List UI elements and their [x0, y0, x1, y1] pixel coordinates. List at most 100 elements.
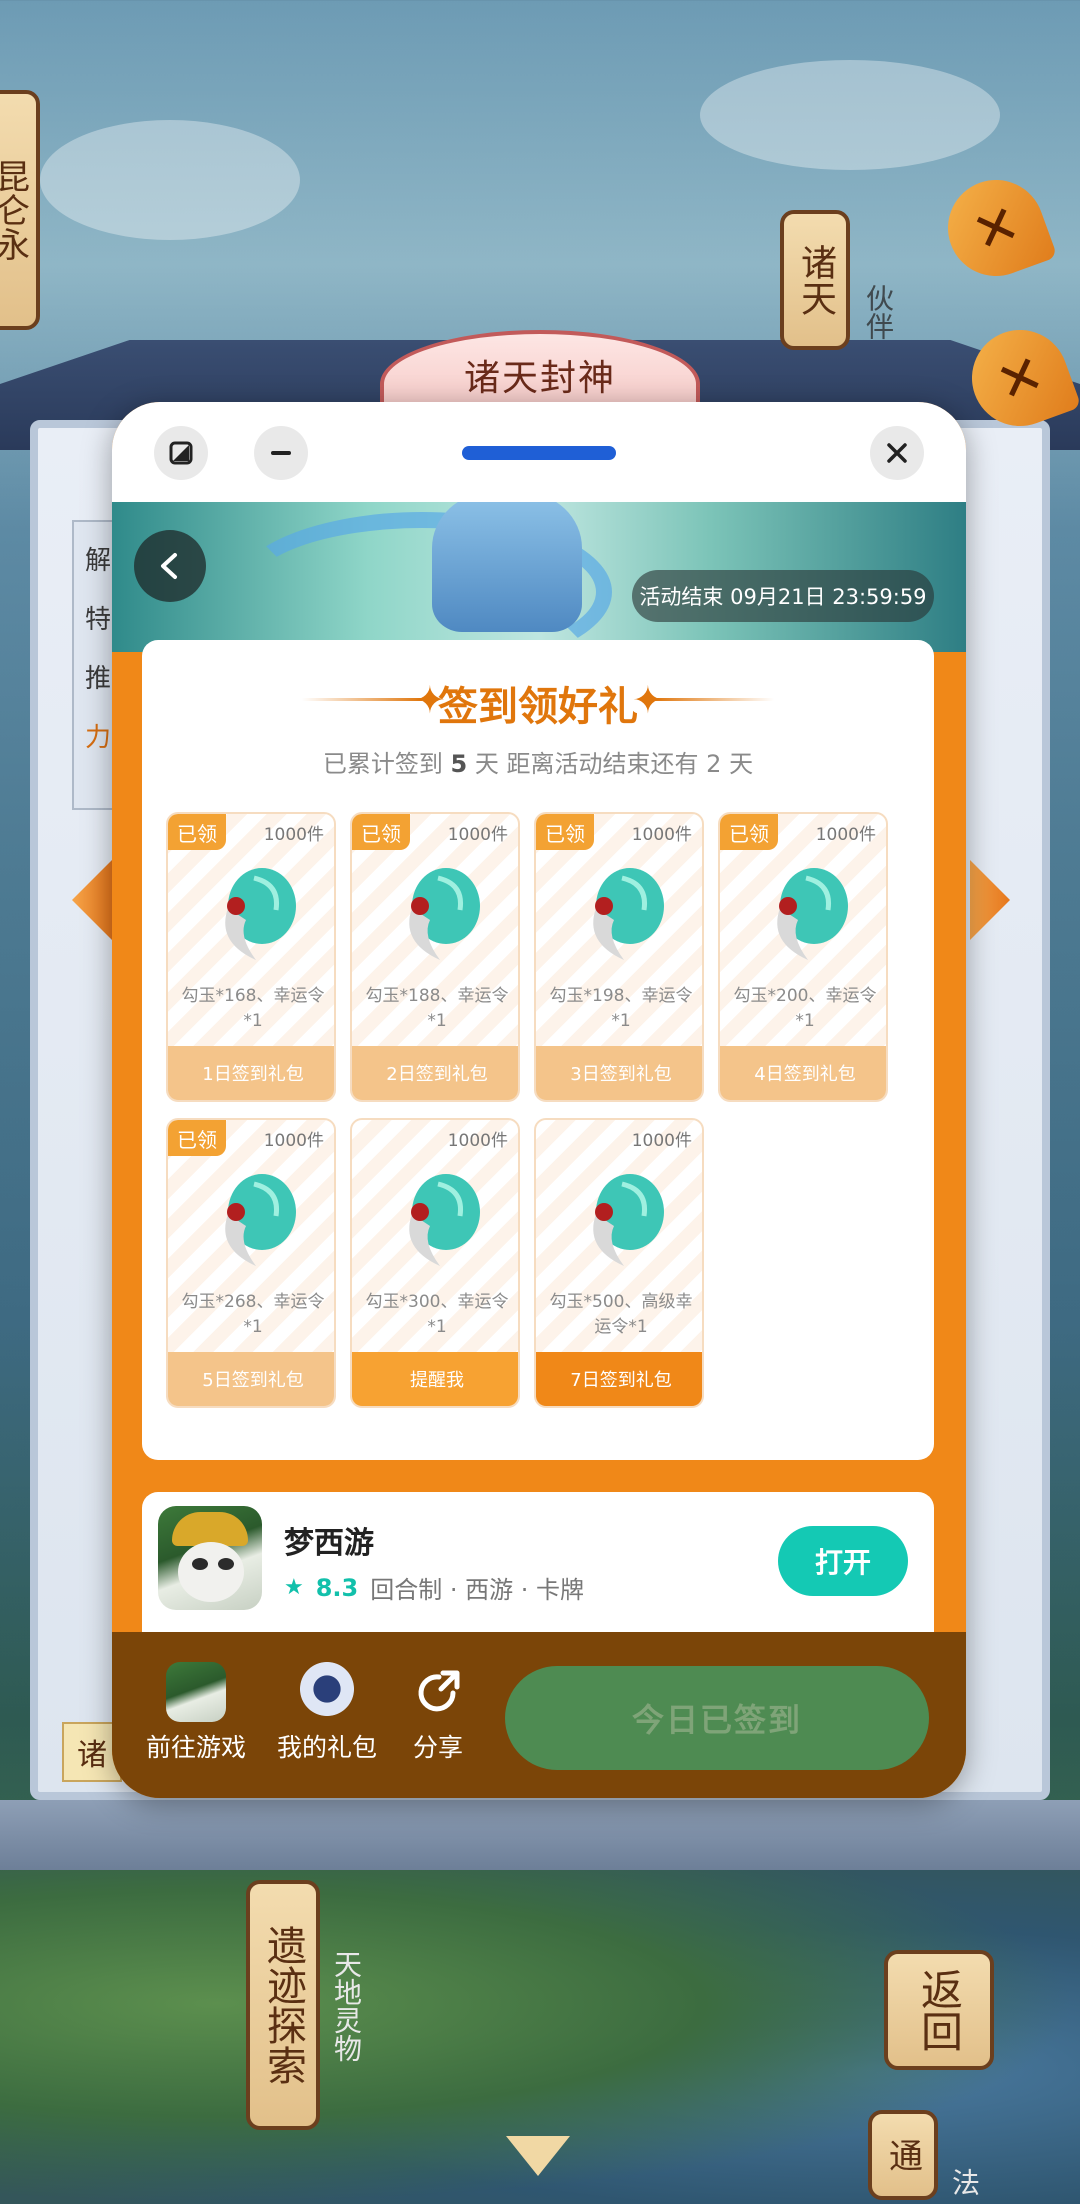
gift-description: 勾玉*168、幸运令*1 — [181, 986, 325, 1031]
back-button[interactable] — [134, 530, 206, 602]
game-rating: 8.3 — [315, 1573, 359, 1602]
left-scroll-text-2: 永 — [0, 227, 30, 261]
right-side-text: 伙伴 — [862, 284, 895, 340]
gift-description: 勾玉*500、高级幸运令*1 — [549, 1292, 693, 1337]
open-game-button[interactable]: 打开 — [778, 1526, 908, 1596]
gift-tile-day-5[interactable]: 已领 1000件 勾玉*268、幸运令*1 5日签到礼包 — [166, 1118, 336, 1408]
my-gifts-button[interactable]: 我的礼包 — [277, 1662, 377, 1764]
card-title: 签到领好礼 — [438, 684, 638, 730]
pavilion-floor — [0, 1800, 1080, 1870]
gift-description: 勾玉*198、幸运令*1 — [549, 986, 693, 1031]
claimed-tag: 已领 — [168, 1120, 226, 1156]
gift-button[interactable]: 7日签到礼包 — [536, 1352, 702, 1406]
gift-button[interactable]: 4日签到礼包 — [720, 1046, 886, 1100]
sign-in-modal: 活动结束 09月21日 23:59:59 ✦ 签到领好礼 ✦ 已累计签到 5 天… — [112, 402, 966, 1798]
left-panel-line: 特 — [84, 605, 111, 635]
claimed-tag: 已领 — [536, 814, 594, 850]
days-left: 2 — [706, 750, 722, 778]
left-scroll-text: 昆仑 — [0, 159, 30, 227]
left-panel-line: 解 — [84, 546, 111, 576]
game-app-icon[interactable] — [158, 1506, 262, 1610]
left-panel-line: 推 — [84, 664, 111, 694]
magatama-icon — [593, 1174, 664, 1266]
event-end-time-badge: 活动结束 09月21日 23:59:59 — [632, 570, 934, 622]
gift-robot-icon — [297, 1662, 357, 1722]
magatama-icon — [409, 868, 480, 960]
gift-tile-day-1[interactable]: 已领 1000件 勾玉*168、幸运令*1 1日签到礼包 — [166, 812, 336, 1102]
magatama-icon — [225, 1174, 296, 1266]
bottom-action-bar: 前往游戏 我的礼包 分享 今日已签到 — [112, 1632, 966, 1798]
app-icon-face — [178, 1542, 244, 1602]
cloud-decoration — [40, 120, 300, 240]
gift-tile-day-2[interactable]: 已领 1000件 勾玉*188、幸运令*1 2日签到礼包 — [350, 812, 520, 1102]
sign-in-progress-text: 已累计签到 5 天 距离活动结束还有 2 天 — [142, 744, 934, 779]
app-icon-eye — [218, 1558, 234, 1570]
cloud-decoration — [700, 60, 1000, 170]
progress-mid: 天 距离活动结束还有 — [474, 750, 699, 778]
gift-description: 勾玉*300、幸运令*1 — [365, 1292, 509, 1337]
gift-button[interactable]: 5日签到礼包 — [168, 1352, 334, 1406]
gift-quantity: 1000件 — [631, 825, 692, 845]
star-icon: ★ — [284, 1575, 304, 1600]
my-gifts-label: 我的礼包 — [277, 1733, 378, 1762]
minimize-icon[interactable] — [254, 426, 308, 480]
close-icon[interactable] — [870, 426, 924, 480]
left-scroll-label[interactable]: 昆仑永 — [0, 90, 40, 330]
gift-quantity: 1000件 — [263, 825, 324, 845]
gift-quantity: 1000件 — [263, 1131, 324, 1151]
gift-description: 勾玉*200、幸运令*1 — [733, 986, 877, 1031]
resize-window-icon[interactable] — [154, 426, 208, 480]
magatama-icon — [225, 868, 296, 960]
hero-character — [432, 502, 582, 632]
title-deco-line — [654, 698, 774, 701]
gift-quantity: 1000件 — [815, 825, 876, 845]
app-icon-eye — [192, 1558, 208, 1570]
game-app-card: 梦西游 ★ 8.3 回合制 · 西游 · 卡牌 打开 — [142, 1492, 934, 1632]
remind-me-button[interactable]: 提醒我 — [352, 1352, 518, 1406]
gift-quantity: 1000件 — [631, 1131, 692, 1151]
gift-button[interactable]: 1日签到礼包 — [168, 1046, 334, 1100]
gift-quantity: 1000件 — [447, 1131, 508, 1151]
right-scroll-label[interactable]: 诸天 — [780, 210, 850, 350]
claimed-tag: 已领 — [720, 814, 778, 850]
gift-tile-day-6[interactable]: 1000件 勾玉*300、幸运令*1 提醒我 — [350, 1118, 520, 1408]
close-fan-icon[interactable]: ✕ — [934, 166, 1058, 290]
gift-tile-day-4[interactable]: 已领 1000件 勾玉*200、幸运令*1 4日签到礼包 — [718, 812, 888, 1102]
game-panda-icon — [166, 1662, 226, 1722]
gift-button[interactable]: 2日签到礼包 — [352, 1046, 518, 1100]
gift-button[interactable]: 3日签到礼包 — [536, 1046, 702, 1100]
progress-prefix: 已累计签到 — [322, 750, 443, 778]
bottom-side-text: 天地灵物 — [330, 1950, 363, 2062]
return-scroll[interactable]: 返回 — [884, 1950, 994, 2070]
share-icon — [408, 1662, 468, 1722]
gift-tile-day-7[interactable]: 1000件 勾玉*500、高级幸运令*1 7日签到礼包 — [534, 1118, 704, 1408]
gift-tile-day-3[interactable]: 已领 1000件 勾玉*198、幸运令*1 3日签到礼包 — [534, 812, 704, 1102]
modal-top-bar — [112, 402, 966, 502]
game-app-name: 梦西游 — [284, 1526, 374, 1561]
bottom-right-side-text: 法 — [948, 2168, 981, 2196]
go-to-game-label: 前往游戏 — [146, 1733, 247, 1762]
bottom-right-scroll[interactable]: 通 — [868, 2110, 938, 2200]
gift-quantity: 1000件 — [447, 825, 508, 845]
gift-description: 勾玉*188、幸运令*1 — [365, 986, 509, 1031]
game-app-meta: ★ 8.3 回合制 · 西游 · 卡牌 — [284, 1570, 584, 1605]
share-button[interactable]: 分享 — [408, 1662, 468, 1764]
left-panel-line: 力 — [84, 723, 111, 753]
magatama-icon — [409, 1174, 480, 1266]
go-to-game-button[interactable]: 前往游戏 — [146, 1662, 246, 1764]
relic-explore-scroll[interactable]: 遗迹探索 — [246, 1880, 320, 2130]
sign-in-card: ✦ 签到领好礼 ✦ 已累计签到 5 天 距离活动结束还有 2 天 已领 1000… — [142, 640, 934, 1460]
progress-suffix: 天 — [729, 750, 754, 778]
app-icon-hat — [172, 1512, 248, 1546]
game-tags: 回合制 · 西游 · 卡牌 — [370, 1576, 585, 1604]
share-label: 分享 — [412, 1733, 463, 1762]
gift-description: 勾玉*268、幸运令*1 — [181, 1292, 325, 1337]
magatama-icon — [777, 868, 848, 960]
claimed-tag: 已领 — [168, 814, 226, 850]
magatama-icon — [593, 868, 664, 960]
claimed-tag: 已领 — [352, 814, 410, 850]
days-signed: 5 — [450, 750, 468, 778]
drag-handle[interactable] — [462, 446, 616, 460]
signed-in-today-button[interactable]: 今日已签到 — [505, 1666, 929, 1770]
chevron-left-icon — [161, 553, 177, 579]
